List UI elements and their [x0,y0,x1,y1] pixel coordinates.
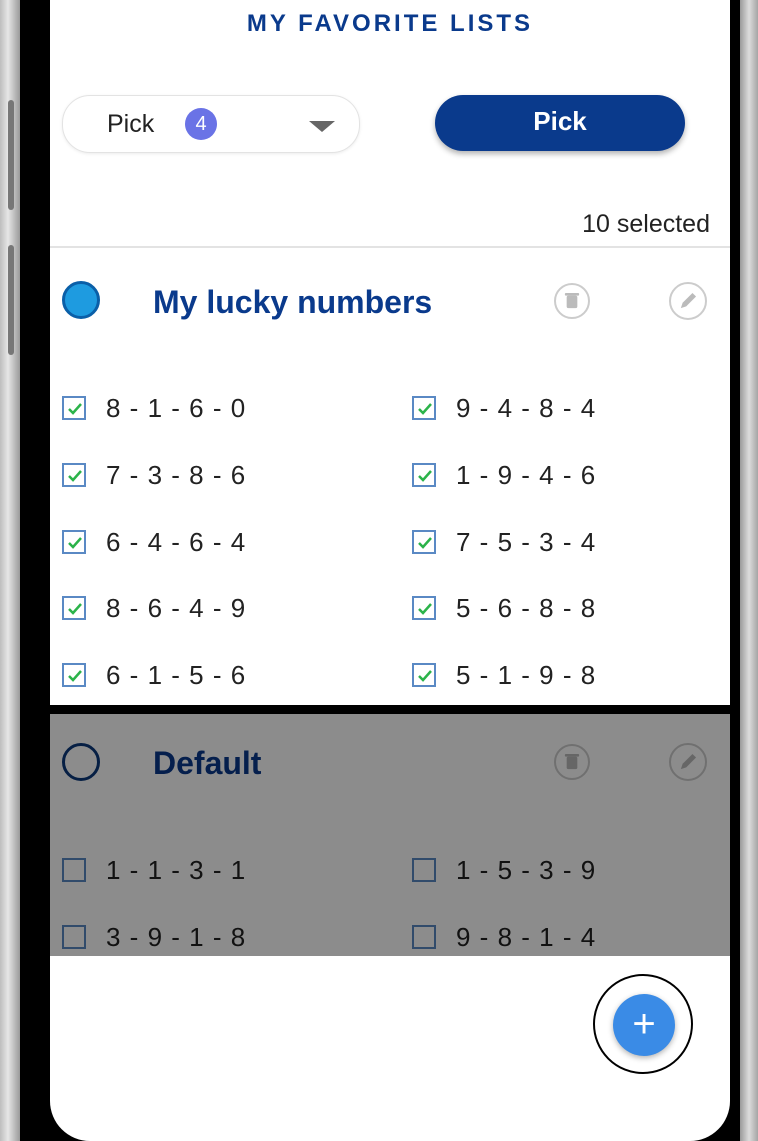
number-value: 9 - 4 - 8 - 4 [456,393,597,423]
number-value: 6 - 1 - 5 - 6 [106,660,247,690]
trash-icon[interactable] [554,283,590,319]
app-screen: MY FAVORITE LISTS Pick 4 Pick 10 selecte… [50,0,730,1141]
checkbox-checked[interactable] [62,530,86,554]
phone-side-button [8,245,14,355]
number-value: 5 - 1 - 9 - 8 [456,660,597,690]
selected-count: 10 selected [582,210,710,238]
page-title: MY FAVORITE LISTS [246,10,534,37]
number-value: 6 - 4 - 6 - 4 [106,527,247,557]
dim-overlay [50,713,730,956]
pencil-icon[interactable] [669,282,707,320]
pick-count-select[interactable]: Pick 4 [62,95,360,153]
divider [50,246,730,248]
number-value: 1 - 9 - 4 - 6 [456,460,597,490]
number-value: 8 - 6 - 4 - 9 [106,593,247,623]
checkbox-checked[interactable] [412,596,436,620]
checkbox-checked[interactable] [412,463,436,487]
number-value: 7 - 3 - 8 - 6 [106,460,247,490]
checkbox-checked[interactable] [412,396,436,420]
phone-frame-right [740,0,758,1141]
checkbox-checked[interactable] [62,396,86,420]
number-value: 7 - 5 - 3 - 4 [456,527,597,557]
checkbox-checked[interactable] [62,463,86,487]
checkbox-checked[interactable] [412,530,436,554]
number-value: 8 - 1 - 6 - 0 [106,393,247,423]
number-value: 5 - 6 - 8 - 8 [456,593,597,623]
checkbox-checked[interactable] [412,663,436,687]
pick-count-badge: 4 [185,108,217,140]
pick-button[interactable]: Pick [435,95,685,151]
add-list-button[interactable]: + [613,994,675,1056]
list-name[interactable]: My lucky numbers [153,284,432,321]
chevron-down-icon [309,121,335,132]
phone-frame-left [0,0,20,1141]
pick-select-label: Pick [107,110,155,138]
list-select-radio[interactable] [62,281,100,319]
checkbox-checked[interactable] [62,663,86,687]
checkbox-checked[interactable] [62,596,86,620]
phone-side-button [8,100,14,210]
